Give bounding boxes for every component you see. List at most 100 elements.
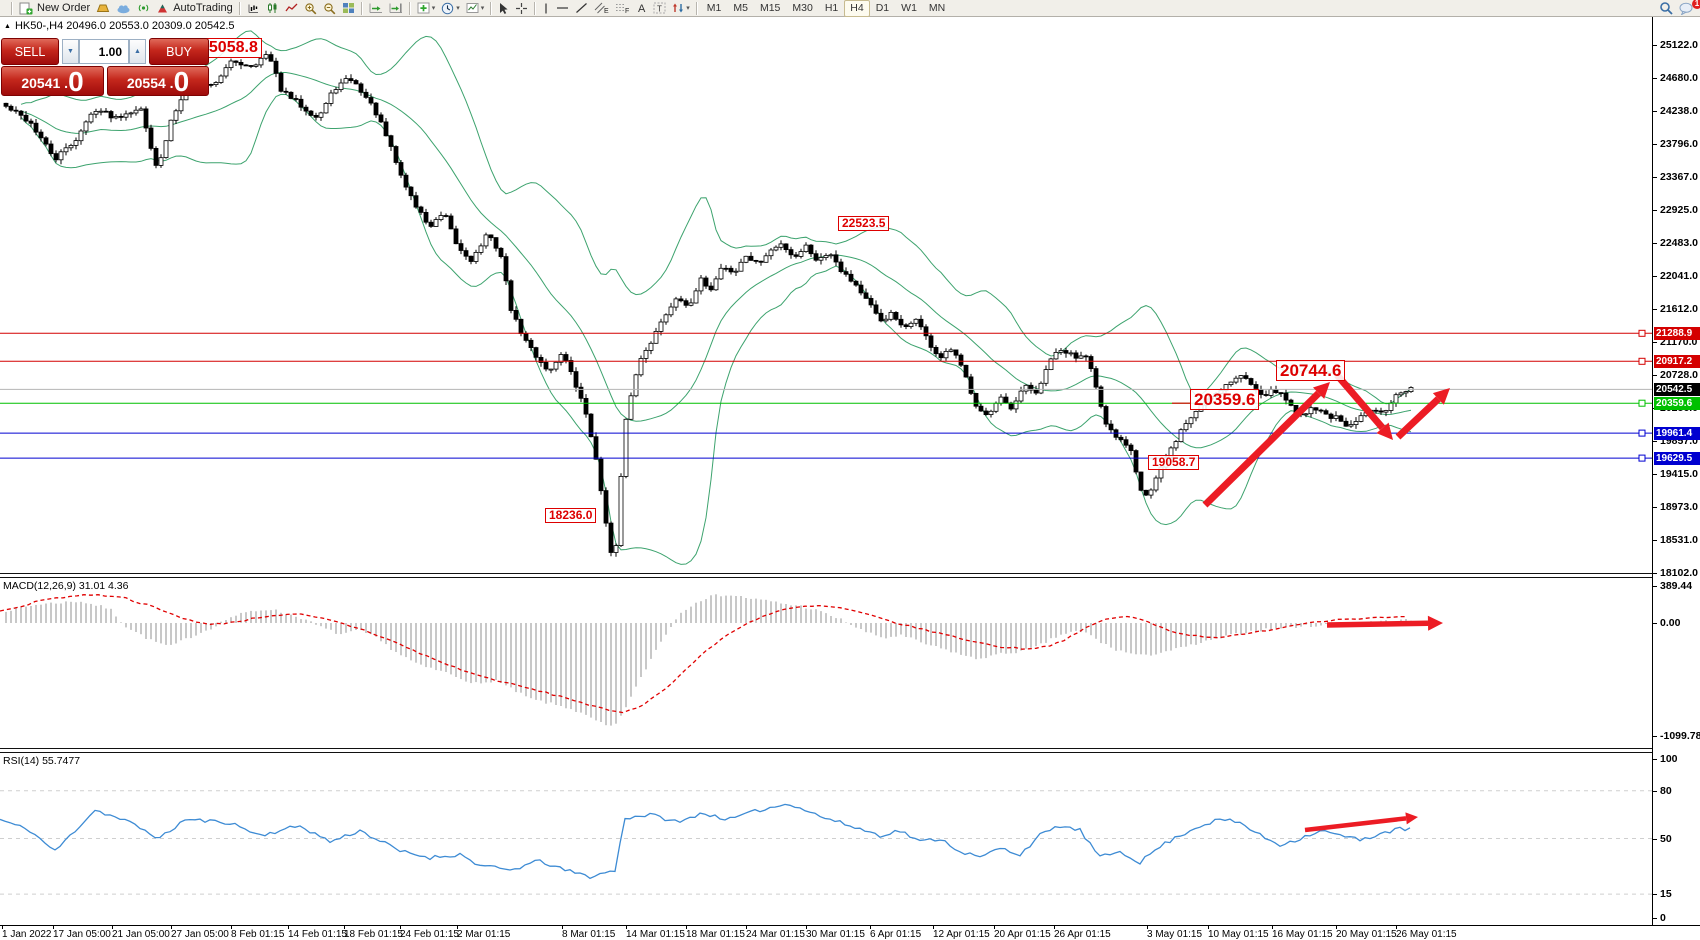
axis-tick — [1653, 918, 1657, 919]
zoom-out-icon[interactable] — [320, 1, 339, 16]
equidistant-channel-icon: E — [594, 2, 609, 14]
horizontal-line-icon[interactable] — [553, 1, 572, 16]
chevron-down-icon[interactable]: ▾ — [481, 4, 485, 12]
timeframe-h4-button[interactable]: H4 — [844, 0, 869, 17]
gold-icon[interactable] — [93, 1, 113, 16]
volume-increase-button[interactable]: ▲ — [129, 39, 146, 64]
indicators-icon[interactable]: ▾ — [414, 1, 439, 16]
annotation-arrow[interactable] — [1327, 623, 1428, 625]
level-price-label[interactable]: 20917.2 — [1654, 355, 1700, 368]
buy-price[interactable]: 20554 . 0 — [107, 66, 209, 96]
horizontal-levels[interactable] — [0, 330, 1652, 461]
price-annotation-label[interactable]: 18236.0 — [545, 508, 596, 523]
new-order-button[interactable]: New Order — [16, 1, 93, 16]
level-price-label[interactable]: 21288.9 — [1654, 327, 1700, 340]
price-tick-label: 24680.0 — [1660, 72, 1698, 84]
price-annotation-label[interactable]: 19058.7 — [1148, 455, 1199, 470]
level-price-label[interactable]: 19961.4 — [1654, 427, 1700, 440]
text-icon: A — [636, 2, 647, 14]
arrow-head-icon[interactable] — [1405, 812, 1418, 824]
chevron-down-icon[interactable]: ▾ — [456, 4, 460, 12]
line-anchor-icon[interactable] — [1639, 430, 1645, 436]
line-chart-icon[interactable] — [282, 1, 301, 16]
timeframe-m30-button[interactable]: M30 — [786, 0, 818, 17]
macd-scale-label: -1099.78 — [1660, 730, 1700, 742]
text-label-icon[interactable]: T — [650, 1, 669, 16]
autotrading-button[interactable]: AutoTrading — [153, 1, 236, 16]
volume-decrease-button[interactable]: ▼ — [62, 39, 79, 64]
time-tick-label: 8 Feb 01:15 — [231, 929, 284, 940]
price-annotation-label[interactable]: 20744.6 — [1276, 360, 1345, 381]
one-click-collapse-icon[interactable]: ▲ — [4, 23, 11, 30]
line-anchor-icon[interactable] — [1639, 455, 1645, 461]
chat-icon[interactable]: 1 — [1676, 1, 1698, 16]
cursor-icon — [498, 2, 509, 15]
toolbar-separator — [490, 2, 492, 15]
periods-icon[interactable]: ▾ — [438, 1, 463, 16]
cloud-publish-icon[interactable] — [113, 1, 134, 16]
line-anchor-icon[interactable] — [1639, 358, 1645, 364]
templates-icon[interactable]: ▾ — [463, 1, 488, 16]
equidistant-channel-icon[interactable]: E — [591, 1, 612, 16]
timeframe-mn-button[interactable]: MN — [923, 0, 951, 17]
auto-scroll-icon[interactable] — [366, 1, 386, 16]
level-price-label[interactable]: 20359.6 — [1654, 397, 1700, 410]
time-tick-label: 24 Mar 01:15 — [746, 929, 805, 940]
text-icon[interactable]: A — [633, 1, 650, 16]
annotation-arrow[interactable] — [1305, 818, 1406, 830]
buy-button[interactable]: BUY — [149, 38, 209, 65]
bar-chart-icon[interactable] — [244, 1, 263, 16]
price-tick-label: 22041.0 — [1660, 270, 1698, 282]
volume-input[interactable]: 1.00 — [79, 39, 129, 64]
price-annotation-label[interactable]: 20359.6 — [1190, 389, 1259, 410]
chart-shift-icon[interactable] — [386, 1, 406, 16]
candlestick-chart-icon[interactable] — [263, 1, 282, 16]
arrows-objects-icon[interactable]: ▾ — [669, 1, 693, 16]
toolbar-separator — [11, 2, 13, 15]
search-icon[interactable] — [1656, 1, 1676, 16]
chevron-down-icon[interactable]: ▾ — [432, 4, 436, 12]
time-tick-label: 16 May 01:15 — [1272, 929, 1333, 940]
price-tick-label: 23796.0 — [1660, 138, 1698, 150]
axis-tick — [1653, 839, 1657, 840]
timeframe-m15-button[interactable]: M15 — [754, 0, 786, 17]
zoom-in-icon[interactable] — [301, 1, 320, 16]
crosshair-icon — [515, 2, 528, 15]
toolbar: New Order AutoTrading ▾ ▾ ▾ EFAT ▾ M1M5M15M30H1… — [0, 0, 1700, 17]
level-price-label[interactable]: 20542.5 — [1654, 383, 1700, 396]
price-tick-label: 22483.0 — [1660, 237, 1698, 249]
time-tick-label: 18 Feb 01:15 — [344, 929, 403, 940]
timeframe-w1-button[interactable]: W1 — [895, 0, 923, 17]
timeframe-m5-button[interactable]: M5 — [727, 0, 754, 17]
mt4-window: New Order AutoTrading ▾ ▾ ▾ EFAT ▾ M1M5M15M30H1… — [0, 0, 1700, 940]
bar-chart-icon — [247, 2, 260, 14]
vertical-line-icon[interactable] — [539, 1, 553, 16]
sell-price[interactable]: 20541 . 0 — [1, 66, 104, 96]
timeframe-m1-button[interactable]: M1 — [701, 0, 728, 17]
one-click-trading-widget: SELL ▼ 1.00 ▲ BUY 20541 . 0 20554 . 0 — [1, 38, 209, 96]
cursor-icon[interactable] — [495, 1, 512, 16]
annotation-arrow[interactable] — [1398, 399, 1438, 437]
price-axis[interactable]: 25122.024680.024238.023796.023367.022925… — [1652, 17, 1700, 925]
chevron-down-icon[interactable]: ▾ — [686, 4, 690, 12]
clipped-icon[interactable] — [2, 1, 8, 16]
macd-pane: MACD(12,26,9) 31.01 4.36 — [0, 578, 1652, 748]
arrow-head-icon[interactable] — [1428, 616, 1443, 631]
level-price-label[interactable]: 19629.5 — [1654, 452, 1700, 465]
timeframe-d1-button[interactable]: D1 — [870, 0, 895, 17]
time-tick-label: 8 Mar 01:15 — [562, 929, 615, 940]
crosshair-icon[interactable] — [512, 1, 531, 16]
time-axis[interactable]: 1 Jan 202217 Jan 05:0021 Jan 05:0027 Jan… — [0, 925, 1700, 940]
tile-windows-icon[interactable] — [339, 1, 358, 16]
gold-icon — [96, 3, 110, 14]
line-anchor-icon[interactable] — [1639, 330, 1645, 336]
signals-icon[interactable] — [134, 1, 153, 16]
rsi-label: RSI(14) 55.7477 — [3, 755, 80, 767]
fibonacci-icon[interactable]: F — [612, 1, 633, 16]
line-anchor-icon[interactable] — [1639, 400, 1645, 406]
autotrading-button — [156, 2, 169, 14]
price-annotation-label[interactable]: 22523.5 — [838, 216, 889, 231]
trendline-icon[interactable] — [572, 1, 591, 16]
timeframe-h1-button[interactable]: H1 — [819, 0, 844, 17]
sell-button[interactable]: SELL — [1, 38, 59, 65]
